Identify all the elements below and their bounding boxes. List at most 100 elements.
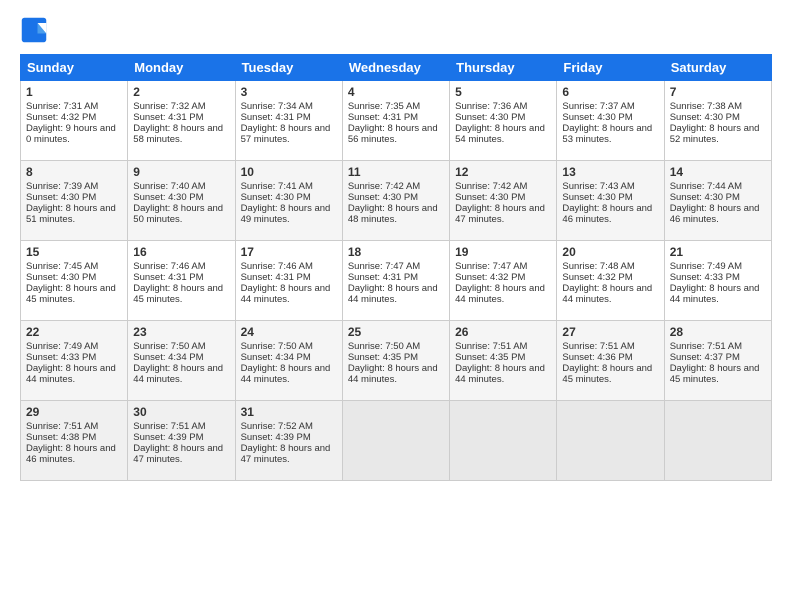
daylight: Daylight: 8 hours and 46 minutes. <box>670 203 760 225</box>
day-number: 30 <box>133 405 229 419</box>
sunset: Sunset: 4:30 PM <box>348 192 418 203</box>
day-number: 6 <box>562 85 658 99</box>
calendar-cell: 15 Sunrise: 7:45 AMSunset: 4:30 PMDayligh… <box>21 241 128 321</box>
daylight: Daylight: 8 hours and 46 minutes. <box>562 203 652 225</box>
calendar-cell: 18Sunrise: 7:47 AMSunset: 4:31 PMDayligh… <box>342 241 449 321</box>
sunrise: Sunrise: 7:38 AM <box>670 101 742 112</box>
daylight: Daylight: 8 hours and 53 minutes. <box>562 123 652 145</box>
daylight: Daylight: 8 hours and 52 minutes. <box>670 123 760 145</box>
sunrise: Sunrise: 7:31 AM <box>26 101 98 112</box>
calendar-cell: 22Sunrise: 7:49 AMSunset: 4:33 PMDayligh… <box>21 321 128 401</box>
calendar-cell: 8Sunrise: 7:39 AMSunset: 4:30 PMDaylight… <box>21 161 128 241</box>
sunset: Sunset: 4:34 PM <box>133 352 203 363</box>
day-number: 25 <box>348 325 444 339</box>
day-header-tuesday: Tuesday <box>235 55 342 81</box>
day-header-wednesday: Wednesday <box>342 55 449 81</box>
calendar-cell: 21Sunrise: 7:49 AMSunset: 4:33 PMDayligh… <box>664 241 771 321</box>
day-number: 26 <box>455 325 551 339</box>
daylight: Daylight: 8 hours and 44 minutes. <box>670 283 760 305</box>
sunset: Sunset: 4:37 PM <box>670 352 740 363</box>
calendar-week-5: 29Sunrise: 7:51 AMSunset: 4:38 PMDayligh… <box>21 401 772 481</box>
daylight: Daylight: 8 hours and 54 minutes. <box>455 123 545 145</box>
calendar-cell: 29Sunrise: 7:51 AMSunset: 4:38 PMDayligh… <box>21 401 128 481</box>
day-number: 2 <box>133 85 229 99</box>
sunset: Sunset: 4:32 PM <box>26 112 96 123</box>
sunrise: Sunrise: 7:50 AM <box>348 341 420 352</box>
sunrise: Sunrise: 7:45 AM <box>26 261 98 272</box>
sunset: Sunset: 4:36 PM <box>562 352 632 363</box>
day-header-thursday: Thursday <box>450 55 557 81</box>
calendar-cell: 20Sunrise: 7:48 AMSunset: 4:32 PMDayligh… <box>557 241 664 321</box>
day-number: 28 <box>670 325 766 339</box>
daylight: Daylight: 9 hours and 0 minutes. <box>26 123 116 145</box>
day-number: 4 <box>348 85 444 99</box>
sunrise: Sunrise: 7:46 AM <box>241 261 313 272</box>
daylight: Daylight: 8 hours and 47 minutes. <box>455 203 545 225</box>
day-number: 12 <box>455 165 551 179</box>
sunset: Sunset: 4:30 PM <box>455 112 525 123</box>
day-header-saturday: Saturday <box>664 55 771 81</box>
sunrise: Sunrise: 7:44 AM <box>670 181 742 192</box>
sunset: Sunset: 4:30 PM <box>241 192 311 203</box>
daylight: Daylight: 8 hours and 45 minutes. <box>26 283 116 305</box>
sunset: Sunset: 4:31 PM <box>133 112 203 123</box>
sunset: Sunset: 4:32 PM <box>562 272 632 283</box>
sunset: Sunset: 4:31 PM <box>241 272 311 283</box>
sunrise: Sunrise: 7:40 AM <box>133 181 205 192</box>
calendar-cell: 11Sunrise: 7:42 AMSunset: 4:30 PMDayligh… <box>342 161 449 241</box>
day-number: 15 <box>26 245 122 259</box>
sunrise: Sunrise: 7:50 AM <box>241 341 313 352</box>
day-number: 11 <box>348 165 444 179</box>
sunset: Sunset: 4:30 PM <box>670 112 740 123</box>
sunset: Sunset: 4:30 PM <box>455 192 525 203</box>
sunrise: Sunrise: 7:41 AM <box>241 181 313 192</box>
sunset: Sunset: 4:32 PM <box>455 272 525 283</box>
daylight: Daylight: 8 hours and 46 minutes. <box>26 443 116 465</box>
day-number: 13 <box>562 165 658 179</box>
sunset: Sunset: 4:30 PM <box>670 192 740 203</box>
sunrise: Sunrise: 7:42 AM <box>348 181 420 192</box>
daylight: Daylight: 8 hours and 50 minutes. <box>133 203 223 225</box>
calendar-cell: 16Sunrise: 7:46 AMSunset: 4:31 PMDayligh… <box>128 241 235 321</box>
daylight: Daylight: 8 hours and 44 minutes. <box>26 363 116 385</box>
calendar: SundayMondayTuesdayWednesdayThursdayFrid… <box>20 54 772 481</box>
header <box>20 16 772 44</box>
sunset: Sunset: 4:39 PM <box>133 432 203 443</box>
day-number: 31 <box>241 405 337 419</box>
day-number: 7 <box>670 85 766 99</box>
calendar-cell <box>342 401 449 481</box>
daylight: Daylight: 8 hours and 44 minutes. <box>455 283 545 305</box>
sunrise: Sunrise: 7:48 AM <box>562 261 634 272</box>
sunset: Sunset: 4:30 PM <box>26 272 96 283</box>
sunset: Sunset: 4:30 PM <box>562 192 632 203</box>
sunset: Sunset: 4:39 PM <box>241 432 311 443</box>
daylight: Daylight: 8 hours and 45 minutes. <box>670 363 760 385</box>
day-number: 17 <box>241 245 337 259</box>
sunrise: Sunrise: 7:51 AM <box>455 341 527 352</box>
sunset: Sunset: 4:31 PM <box>133 272 203 283</box>
sunrise: Sunrise: 7:49 AM <box>670 261 742 272</box>
day-number: 22 <box>26 325 122 339</box>
calendar-cell: 12Sunrise: 7:42 AMSunset: 4:30 PMDayligh… <box>450 161 557 241</box>
calendar-cell: 26Sunrise: 7:51 AMSunset: 4:35 PMDayligh… <box>450 321 557 401</box>
sunset: Sunset: 4:30 PM <box>26 192 96 203</box>
day-number: 29 <box>26 405 122 419</box>
day-number: 3 <box>241 85 337 99</box>
sunset: Sunset: 4:34 PM <box>241 352 311 363</box>
calendar-cell: 10Sunrise: 7:41 AMSunset: 4:30 PMDayligh… <box>235 161 342 241</box>
day-number: 9 <box>133 165 229 179</box>
daylight: Daylight: 8 hours and 44 minutes. <box>348 363 438 385</box>
daylight: Daylight: 8 hours and 44 minutes. <box>133 363 223 385</box>
sunset: Sunset: 4:38 PM <box>26 432 96 443</box>
calendar-week-4: 22Sunrise: 7:49 AMSunset: 4:33 PMDayligh… <box>21 321 772 401</box>
sunset: Sunset: 4:35 PM <box>348 352 418 363</box>
calendar-cell: 23Sunrise: 7:50 AMSunset: 4:34 PMDayligh… <box>128 321 235 401</box>
calendar-cell: 25 Sunrise: 7:50 AMSunset: 4:35 PMDayligh… <box>342 321 449 401</box>
sunset: Sunset: 4:33 PM <box>26 352 96 363</box>
calendar-cell <box>664 401 771 481</box>
sunset: Sunset: 4:31 PM <box>348 272 418 283</box>
calendar-cell: 14Sunrise: 7:44 AMSunset: 4:30 PMDayligh… <box>664 161 771 241</box>
daylight: Daylight: 8 hours and 45 minutes. <box>133 283 223 305</box>
sunset: Sunset: 4:30 PM <box>562 112 632 123</box>
sunrise: Sunrise: 7:52 AM <box>241 421 313 432</box>
